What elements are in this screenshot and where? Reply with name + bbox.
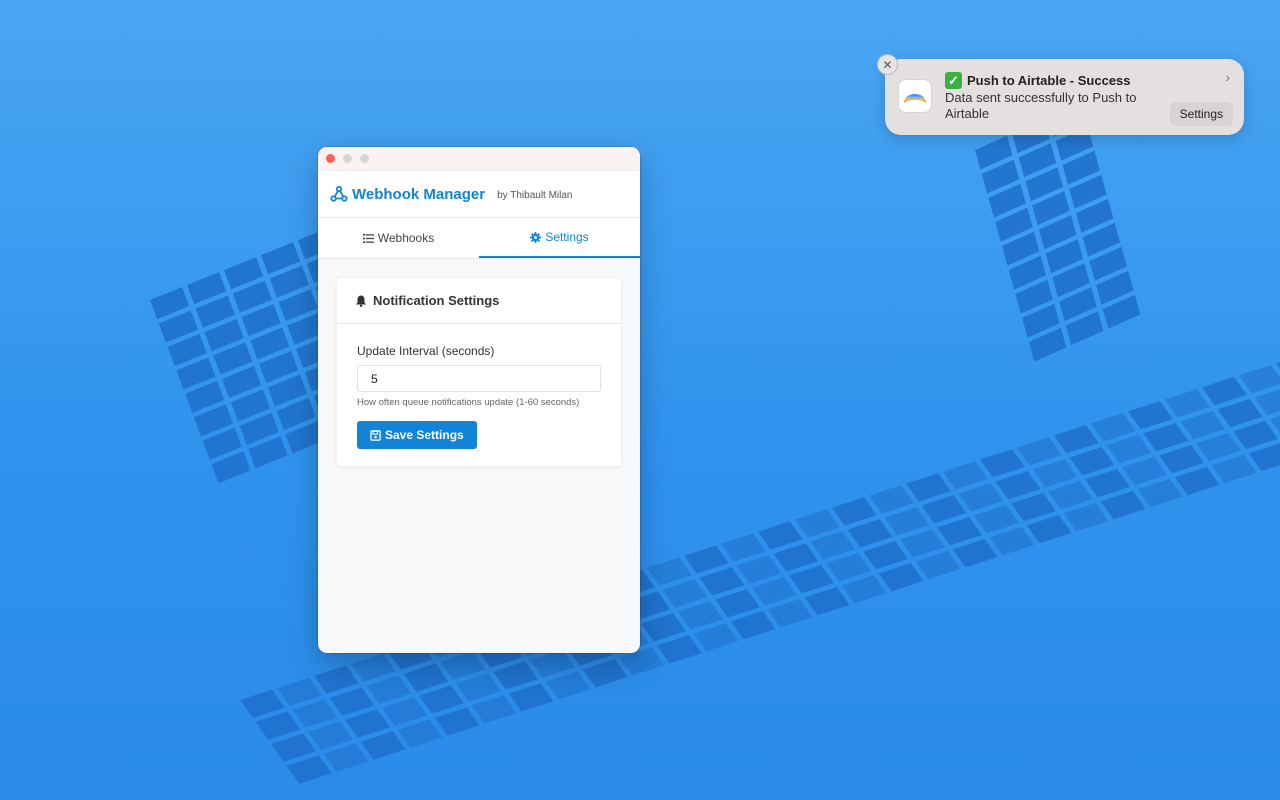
notification-body: Data sent successfully to Push to Airtab…	[945, 90, 1137, 121]
notification-settings-card: Notification Settings Update Interval (s…	[337, 278, 621, 466]
wallpaper-tile	[915, 551, 961, 580]
wallpaper-tile	[360, 731, 406, 760]
webhook-manager-window: Webhook Manager by Thibault Milan Webhoo…	[318, 147, 640, 653]
wallpaper-tile	[1100, 490, 1146, 520]
tab-settings[interactable]: Settings	[479, 218, 640, 258]
rainbow-app-icon	[904, 94, 926, 103]
minimize-window-button[interactable]	[343, 154, 352, 163]
wallpaper-tile	[804, 587, 850, 616]
notification-app-icon	[899, 80, 931, 112]
notification-settings-button[interactable]: Settings	[1169, 102, 1233, 126]
wallpaper-tile	[323, 743, 369, 772]
wallpaper-tile	[545, 671, 591, 700]
save-settings-label: Save Settings	[385, 428, 464, 442]
wallpaper-tile	[730, 611, 776, 640]
wallpaper-tile	[1211, 454, 1257, 484]
card-header: Notification Settings	[337, 278, 621, 324]
floppy-disk-icon	[370, 429, 381, 441]
chevron-right-icon[interactable]: ›	[1225, 69, 1230, 85]
app-title: Webhook Manager	[352, 185, 486, 203]
wallpaper-tile	[582, 659, 628, 688]
wallpaper-tile	[952, 539, 998, 568]
save-settings-button[interactable]: Save Settings	[357, 421, 477, 449]
wallpaper-tile	[656, 635, 702, 664]
wallpaper-tile	[1239, 365, 1280, 394]
tab-webhooks-label: Webhooks	[377, 231, 435, 245]
tab-settings-label: Settings	[545, 230, 589, 244]
wallpaper-tile	[841, 575, 887, 604]
wallpaper-tile	[434, 707, 480, 736]
notification-close-icon[interactable]: ✕	[877, 54, 898, 75]
bell-icon	[356, 295, 366, 307]
wallpaper-tile	[1174, 466, 1220, 496]
card-title: Notification Settings	[373, 293, 500, 308]
zoom-window-button[interactable]	[360, 154, 369, 163]
wallpaper-tile	[1248, 442, 1280, 472]
wallpaper-tile	[1137, 478, 1183, 508]
wallpaper-tile	[508, 683, 554, 712]
update-interval-label: Update Interval (seconds)	[357, 344, 495, 358]
wallpaper-tile	[1026, 514, 1072, 544]
tab-bar: Webhooks Settings	[318, 218, 640, 259]
update-interval-help: How often queue notifications update (1-…	[357, 397, 580, 408]
wallpaper-tile	[693, 623, 739, 652]
gear-icon	[530, 231, 542, 243]
close-window-button[interactable]	[326, 154, 335, 163]
list-icon	[362, 233, 374, 243]
wallpaper-tile	[1063, 502, 1109, 532]
app-header: Webhook Manager by Thibault Milan	[318, 171, 640, 218]
author-byline: by Thibault Milan	[497, 190, 573, 201]
notification-title: ✓ Push to Airtable - Success	[945, 72, 1131, 89]
window-titlebar[interactable]	[318, 147, 640, 171]
notification-title-text: Push to Airtable - Success	[967, 73, 1131, 88]
wallpaper-tile	[286, 755, 332, 784]
wallpaper-tile	[471, 695, 517, 724]
update-interval-input[interactable]	[357, 365, 601, 392]
wallpaper-tile	[989, 526, 1035, 556]
wallpaper-tile	[878, 563, 924, 592]
system-notification[interactable]: ✕ ✓ Push to Airtable - Success Data sent…	[877, 54, 1244, 135]
wallpaper-tiles-right	[975, 102, 1141, 362]
card-body: Update Interval (seconds) How often queu…	[337, 324, 621, 449]
tab-webhooks[interactable]: Webhooks	[318, 218, 479, 258]
wallpaper-tile	[397, 719, 443, 748]
wallpaper-tile	[767, 599, 813, 628]
checkmark-icon: ✓	[945, 72, 962, 89]
webhook-logo-icon	[330, 185, 348, 202]
